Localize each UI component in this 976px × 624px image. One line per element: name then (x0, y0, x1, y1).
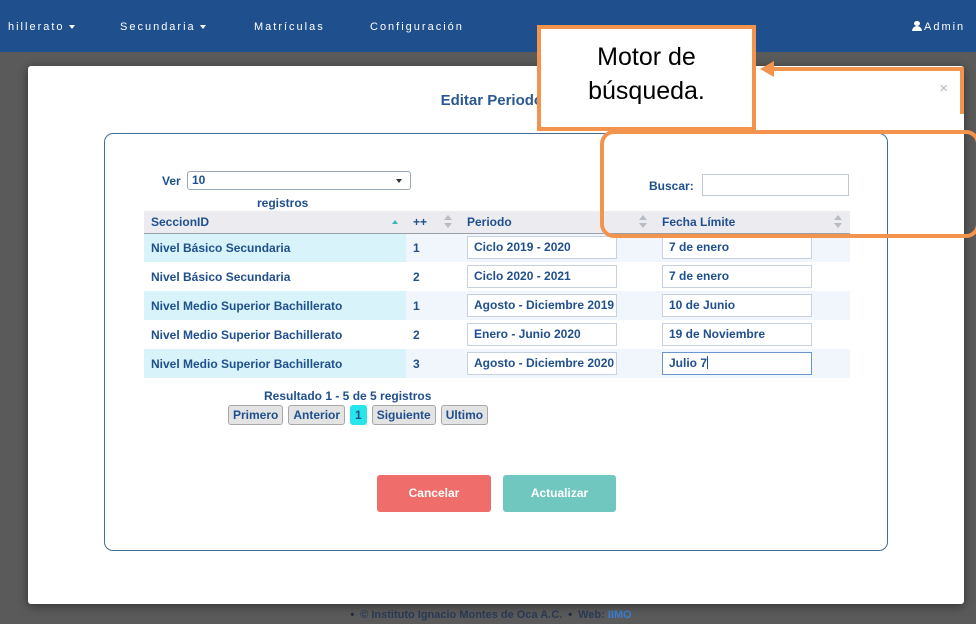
annotation-line-1: Motor de (597, 43, 696, 71)
cell-num: 2 (406, 320, 460, 349)
column-header-seccionid[interactable]: SeccionID (144, 211, 406, 234)
chevron-down-icon (68, 25, 75, 30)
table-info: Resultado 1 - 5 de 5 registros (264, 389, 432, 403)
table-row: Nivel Básico Secundaria 2 Ciclo 2020 - 2… (144, 262, 850, 291)
nav-item-matriculas[interactable]: Matrículas (254, 21, 325, 33)
nav-item-label: hillerato (8, 21, 65, 33)
cell-seccion: Nivel Medio Superior Bachillerato (144, 349, 406, 378)
periodo-input[interactable]: Agosto - Diciembre 2019 (467, 294, 617, 317)
page-footer: • © Instituto Ignacio Montes de Oca A.C. •… (350, 609, 632, 621)
pager-next-button[interactable]: Siguiente (371, 405, 436, 425)
length-label-suffix: registros (257, 196, 309, 210)
length-label-prefix: Ver (162, 174, 181, 188)
pager-prev-button[interactable]: Anterior (288, 405, 346, 425)
fecha-limite-input[interactable]: 10 de Junio (662, 294, 812, 317)
cell-num: 3 (406, 349, 460, 378)
table-row: Nivel Medio Superior Bachillerato 1 Agos… (144, 291, 850, 320)
nav-item-label: Secundaria (120, 21, 196, 33)
fecha-limite-input[interactable]: 7 de enero (662, 265, 812, 288)
sort-icon (444, 215, 452, 229)
footer-web-label: Web: (578, 609, 605, 621)
footer-copyright: © Instituto Ignacio Montes de Oca A.C. (360, 609, 563, 621)
user-name: Admin (924, 21, 966, 33)
periodo-input[interactable]: Enero - Junio 2020 (467, 323, 617, 346)
cell-seccion: Nivel Medio Superior Bachillerato (144, 320, 406, 349)
fecha-limite-input[interactable]: 7 de enero (662, 236, 812, 260)
cell-num: 1 (406, 291, 460, 320)
top-navbar: hillerato Secundaria Matrículas Configur… (0, 0, 976, 52)
close-icon[interactable]: × (939, 80, 948, 97)
annotation-callout: Motor de búsqueda. (537, 25, 756, 131)
dropdown-arrow-icon (396, 179, 402, 183)
periodo-input[interactable]: Ciclo 2020 - 2021 (467, 265, 617, 288)
fecha-limite-input-active[interactable]: Julio 7 (662, 352, 812, 375)
periodo-input[interactable]: Agosto - Diciembre 2020 (467, 352, 617, 375)
fecha-limite-input[interactable]: 19 de Noviembre (662, 323, 812, 346)
pager-page-button[interactable]: 1 (350, 405, 367, 425)
page-length-select[interactable]: 10 (187, 171, 411, 190)
cell-num: 1 (406, 233, 460, 262)
pager-last-button[interactable]: Ultimo (440, 405, 489, 425)
table-row: Nivel Medio Superior Bachillerato 3 Agos… (144, 349, 850, 378)
arrow-left-icon (760, 61, 774, 77)
search-highlight-box (600, 130, 976, 238)
page-length-value: 10 (192, 173, 206, 187)
annotation-arrow-line (772, 67, 964, 71)
text-cursor (707, 356, 709, 369)
sort-ascending-icon (392, 220, 398, 224)
cell-seccion: Nivel Básico Secundaria (144, 233, 406, 262)
user-icon (912, 21, 922, 31)
column-header-num[interactable]: ++ (406, 211, 460, 234)
nav-item-secundaria[interactable]: Secundaria (120, 21, 206, 33)
footer-web-link[interactable]: IIMO (608, 609, 632, 621)
cell-num: 2 (406, 262, 460, 291)
modal-title: Editar Periodos (440, 92, 552, 109)
pagination: Primero Anterior 1 Siguiente Ultimo (228, 405, 493, 425)
cancel-button[interactable]: Cancelar (377, 475, 491, 512)
cell-seccion: Nivel Medio Superior Bachillerato (144, 291, 406, 320)
nav-item-configuracion[interactable]: Configuración (370, 21, 464, 33)
chevron-down-icon (199, 25, 206, 30)
nav-item-bachillerato[interactable]: hillerato (8, 21, 75, 33)
table-row: Nivel Medio Superior Bachillerato 2 Ener… (144, 320, 850, 349)
annotation-line-2: búsqueda. (588, 77, 705, 105)
cell-seccion: Nivel Básico Secundaria (144, 262, 406, 291)
user-menu[interactable]: Admin (912, 21, 965, 33)
pager-first-button[interactable]: Primero (228, 405, 284, 425)
update-button[interactable]: Actualizar (503, 475, 616, 512)
periodo-input[interactable]: Ciclo 2019 - 2020 (467, 236, 617, 260)
annotation-arrow-line (960, 67, 964, 114)
